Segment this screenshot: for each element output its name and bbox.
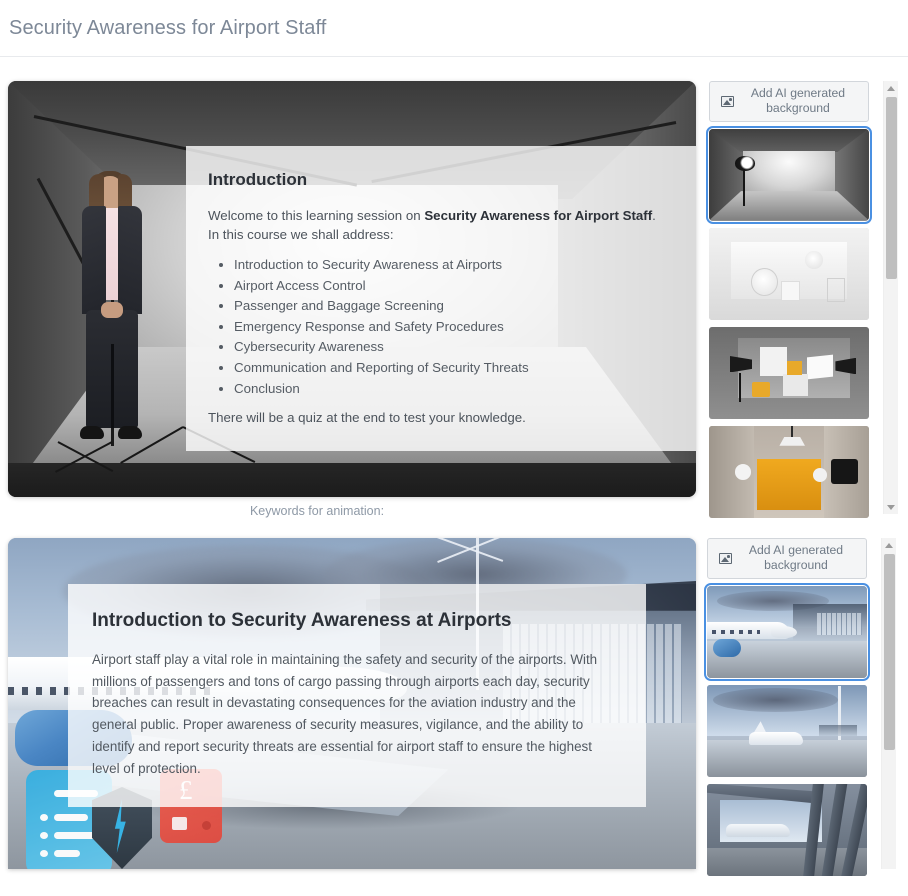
slide-1-bullet-list: Introduction to Security Awareness at Ai… <box>234 256 668 398</box>
grey-studio-softbox-image <box>709 128 869 221</box>
jet-on-apron-image <box>707 684 867 777</box>
background-thumbnail-2-3[interactable] <box>707 783 867 876</box>
slide-1-intro-bold: Security Awareness for Airport Staff <box>424 208 653 223</box>
yellow-accent-studio-image <box>709 326 869 419</box>
triangle-down-icon <box>887 504 895 510</box>
image-icon <box>721 95 734 107</box>
studio-floor-band <box>8 463 696 497</box>
presenter-trouser-split <box>111 344 114 428</box>
list-item: Airport Access Control <box>234 277 668 296</box>
slide-1-heading: Introduction <box>208 170 308 189</box>
add-ai-background-label: Add AI generated background <box>748 543 844 573</box>
slide-1-outro: There will be a quiz at the end to test … <box>208 410 526 426</box>
slide-2-body: Airport staff play a vital role in maint… <box>92 652 598 776</box>
slide-2-background-panel: Add AI generated background <box>704 538 908 876</box>
slide-1-keywords-row: Keywords for animation: <box>8 497 698 525</box>
scroll-down-button-1[interactable] <box>884 500 898 514</box>
slide-editor-row-1: Introduction Welcome to this learning se… <box>0 81 908 525</box>
slide-2-heading: Introduction to Security Awareness at Ai… <box>92 610 512 631</box>
presenter-shoe-right <box>118 426 142 439</box>
presenter-hands <box>101 302 123 318</box>
scroll-up-button-2[interactable] <box>882 538 896 552</box>
scrollbar-thumb-1[interactable] <box>886 97 897 279</box>
list-item: Passenger and Baggage Screening <box>234 297 668 316</box>
slide-main-1: Introduction Welcome to this learning se… <box>8 81 698 525</box>
slide-editor-row-2: £ Introduction to Security Awareness at … <box>0 538 908 876</box>
add-ai-background-label: Add AI generated background <box>750 86 846 116</box>
list-item: Conclusion <box>234 380 668 399</box>
presenter-jacket-right <box>118 206 142 314</box>
airliner-at-terminal-image <box>707 585 867 678</box>
list-item: Communication and Reporting of Security … <box>234 359 668 378</box>
background-thumbnail-1-1[interactable] <box>706 125 872 224</box>
background-thumbnail-1-2[interactable] <box>709 227 869 320</box>
add-ai-generated-background-button-1[interactable]: Add AI generated background <box>709 81 869 122</box>
slide-1-intro-after: . <box>652 208 656 223</box>
background-thumbnail-1-3[interactable] <box>709 326 869 419</box>
page-header: Security Awareness for Airport Staff <box>0 0 908 57</box>
slide-1-intro-paragraph: Welcome to this learning session on Secu… <box>208 206 668 244</box>
slide-1-intro-line2: In this course we shall address: <box>208 227 394 242</box>
slide-1-thumbnail-column: Add AI generated background <box>706 81 873 518</box>
presenter-jacket-left <box>82 206 106 314</box>
triangle-up-icon <box>885 542 893 548</box>
background-thumbnail-2-1[interactable] <box>704 582 870 681</box>
card-dot <box>202 821 211 830</box>
list-item: Emergency Response and Safety Procedures <box>234 318 668 337</box>
background-thumbnail-2-2[interactable] <box>707 684 867 777</box>
triangle-up-icon <box>887 85 895 91</box>
slide-2-text-panel[interactable]: Introduction to Security Awareness at Ai… <box>68 584 646 808</box>
page-title: Security Awareness for Airport Staff <box>9 16 327 39</box>
slide-main-2: £ Introduction to Security Awareness at … <box>8 538 696 869</box>
presenter-shoe-left <box>80 426 104 439</box>
slide-1-background-panel: Add AI generated background <box>706 81 908 518</box>
slide-2-thumbnail-column: Add AI generated background <box>704 538 871 876</box>
slide-1-intro-before: Welcome to this learning session on <box>208 208 425 223</box>
card-chip <box>172 817 187 830</box>
list-item: Cybersecurity Awareness <box>234 338 668 357</box>
white-studio-reflector-image <box>709 227 869 320</box>
image-icon <box>719 552 732 564</box>
warm-yellow-studio-image <box>709 425 869 518</box>
scroll-up-button-1[interactable] <box>884 81 898 95</box>
presenter-avatar <box>74 171 150 451</box>
slide-1-thumbnail-scrollbar[interactable] <box>883 81 898 514</box>
list-item: Introduction to Security Awareness at Ai… <box>234 256 668 275</box>
keywords-for-animation-label: Keywords for animation: <box>249 504 385 518</box>
slide-1-text-panel[interactable]: Introduction Welcome to this learning se… <box>186 146 696 452</box>
slide-canvas-1[interactable]: Introduction Welcome to this learning se… <box>8 81 696 497</box>
slide-2-thumbnail-scrollbar[interactable] <box>881 538 896 869</box>
add-ai-generated-background-button-2[interactable]: Add AI generated background <box>707 538 867 579</box>
terminal-structure-view-image <box>707 783 867 876</box>
background-thumbnail-1-4[interactable] <box>709 425 869 518</box>
scrollbar-thumb-2[interactable] <box>884 554 895 750</box>
slide-canvas-2[interactable]: £ Introduction to Security Awareness at … <box>8 538 696 869</box>
